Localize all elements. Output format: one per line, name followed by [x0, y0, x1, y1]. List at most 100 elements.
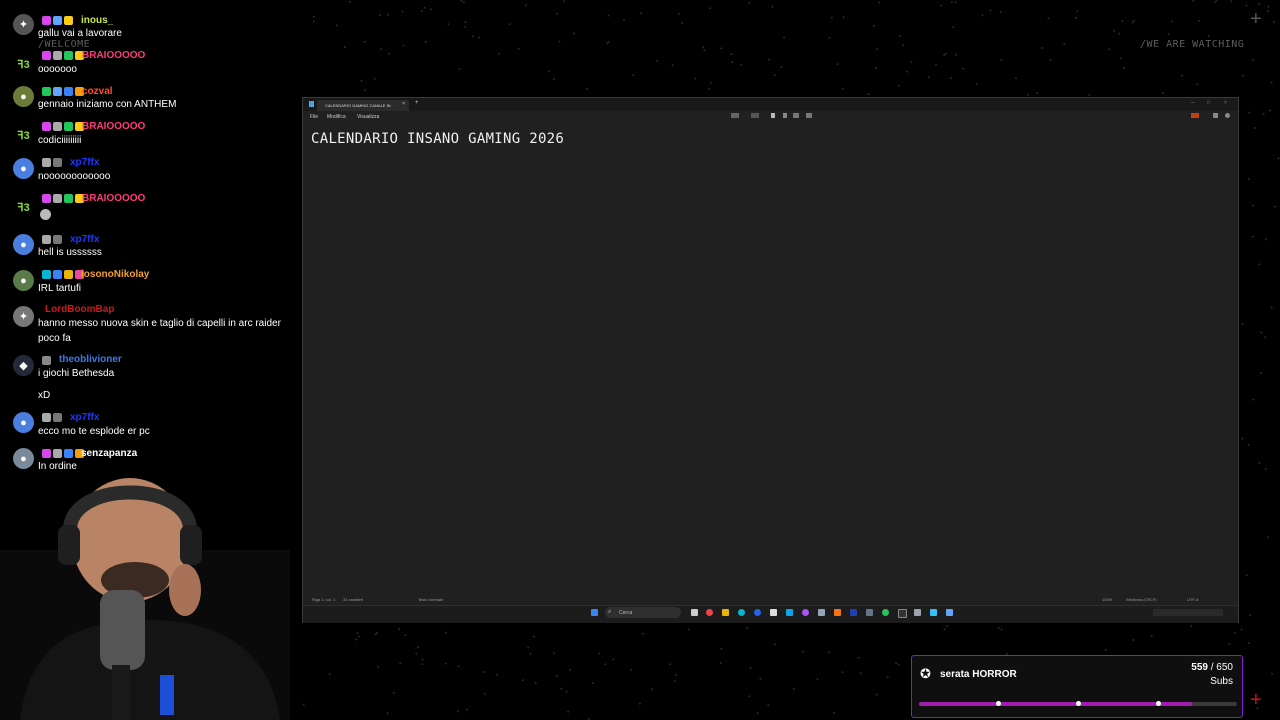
- badge-icon: [64, 270, 73, 279]
- chat-username[interactable]: xp7ffx: [70, 157, 99, 168]
- bg-dot: [749, 667, 752, 670]
- bg-dot: [1036, 92, 1039, 95]
- app-icon[interactable]: [802, 609, 809, 616]
- menu-view[interactable]: Visualizza: [357, 114, 379, 120]
- badge-icon: [53, 235, 62, 244]
- goal-title: serata HORROR: [940, 669, 1017, 680]
- chat-username[interactable]: cozval: [82, 86, 113, 97]
- bg-dot: [562, 0, 565, 3]
- bg-dot: [1000, 58, 1003, 61]
- bg-dot: [335, 24, 338, 27]
- close-tab-icon[interactable]: ×: [402, 101, 405, 107]
- chat-username[interactable]: LordBoomBap: [45, 304, 114, 315]
- list-icon[interactable]: [751, 113, 759, 118]
- close-window-icon[interactable]: ×: [1224, 100, 1227, 106]
- chat-username[interactable]: xp7ffx: [70, 234, 99, 245]
- bg-dot: [1214, 0, 1217, 3]
- bg-dot: [1198, 19, 1200, 22]
- italic-icon[interactable]: [783, 113, 787, 118]
- bg-dot: [534, 682, 537, 685]
- spotify-icon[interactable]: [882, 609, 889, 616]
- badge-icon: [64, 449, 73, 458]
- chat-text: gallu vai a lavorare: [38, 28, 122, 39]
- chat-text: i giochi Bethesda: [38, 368, 115, 379]
- start-windows-icon[interactable]: [591, 609, 598, 616]
- bg-dot: [457, 665, 460, 668]
- bg-dot: [677, 12, 680, 15]
- bg-dot: [1192, 0, 1195, 2]
- app-icon[interactable]: [866, 609, 873, 616]
- heart-badge-icon: [42, 449, 51, 458]
- bg-dot: [720, 47, 723, 50]
- bg-dot: [398, 628, 401, 631]
- notification-icon[interactable]: [1213, 113, 1218, 118]
- bold-icon[interactable]: [771, 113, 775, 118]
- document-tab[interactable]: CALENDARIO GAMING CANALE IN ×: [317, 100, 409, 111]
- taskbar-search[interactable]: [605, 607, 681, 618]
- app-icon[interactable]: [818, 609, 825, 616]
- chat-username[interactable]: iosonoNikolay: [81, 269, 149, 280]
- bg-dot: [1267, 5, 1270, 8]
- status-line-ending[interactable]: Windows (CRLF): [1126, 597, 1156, 602]
- chat-username[interactable]: xp7ffx: [70, 412, 99, 423]
- clear-format-icon[interactable]: [806, 113, 812, 118]
- chat-username[interactable]: inous_: [81, 15, 113, 26]
- app-icon[interactable]: [914, 609, 921, 616]
- minimize-icon[interactable]: ─: [1191, 100, 1195, 106]
- plus-decor-icon: +: [1250, 689, 1262, 711]
- settings-gear-icon[interactable]: [1225, 113, 1230, 118]
- file-explorer-icon[interactable]: [722, 609, 729, 616]
- bg-dot: [471, 35, 474, 38]
- bg-dot: [709, 81, 712, 84]
- edge-icon[interactable]: [738, 609, 745, 616]
- bg-dot: [555, 675, 558, 678]
- bg-dot: [989, 9, 992, 12]
- chat-text: ecco mo te esplode er pc: [38, 426, 150, 437]
- app-icon[interactable]: [930, 609, 937, 616]
- heading-icon[interactable]: [731, 113, 739, 118]
- avatar: ●: [13, 270, 34, 291]
- app-icon[interactable]: [786, 609, 793, 616]
- document-text[interactable]: CALENDARIO INSANO GAMING 2026: [311, 131, 564, 147]
- app-icon[interactable]: [898, 609, 907, 618]
- bg-dot: [1196, 83, 1199, 86]
- chat-username[interactable]: BRAIOOOOO: [82, 50, 145, 61]
- link-icon[interactable]: [793, 113, 799, 118]
- heart-badge-icon: [42, 122, 51, 131]
- chrome-icon[interactable]: [706, 609, 713, 616]
- app-icon[interactable]: [834, 609, 841, 616]
- bg-dot: [1264, 468, 1267, 471]
- bg-dot: [458, 68, 461, 70]
- chat-username[interactable]: senzapanza: [81, 448, 137, 459]
- app-icon[interactable]: [770, 609, 777, 616]
- menu-file[interactable]: File: [310, 114, 318, 120]
- bg-dot: [586, 88, 589, 90]
- badge-icon: [64, 51, 73, 60]
- badges: [42, 356, 51, 365]
- status-encoding[interactable]: UTF-8: [1187, 597, 1198, 602]
- task-view-icon[interactable]: [691, 609, 698, 616]
- bg-dot: [364, 89, 367, 91]
- app-icon[interactable]: [754, 609, 761, 616]
- bg-dot: [444, 662, 447, 665]
- bg-dot: [876, 48, 879, 51]
- bg-dot: [525, 4, 527, 7]
- chat-username[interactable]: BRAIOOOOO: [82, 121, 145, 132]
- bg-dot: [740, 63, 743, 66]
- menu-edit[interactable]: Modifica: [327, 114, 346, 120]
- new-tab-icon[interactable]: +: [415, 100, 419, 106]
- bg-dot: [746, 627, 749, 630]
- bg-dot: [1230, 0, 1232, 3]
- plus-decor-icon: +: [1250, 8, 1262, 30]
- system-tray[interactable]: [1153, 609, 1223, 616]
- bg-dot: [1228, 642, 1231, 645]
- chat-username[interactable]: theoblivioner: [59, 354, 122, 365]
- app-icon[interactable]: [850, 609, 857, 616]
- chat-username[interactable]: BRAIOOOOO: [82, 193, 145, 204]
- status-zoom[interactable]: 100%: [1102, 597, 1112, 602]
- maximize-icon[interactable]: □: [1207, 100, 1210, 106]
- bg-dot: [555, 12, 558, 15]
- bg-dot: [1254, 127, 1257, 129]
- notepad-taskbar-icon[interactable]: [946, 609, 953, 616]
- copilot-icon[interactable]: [1191, 113, 1199, 118]
